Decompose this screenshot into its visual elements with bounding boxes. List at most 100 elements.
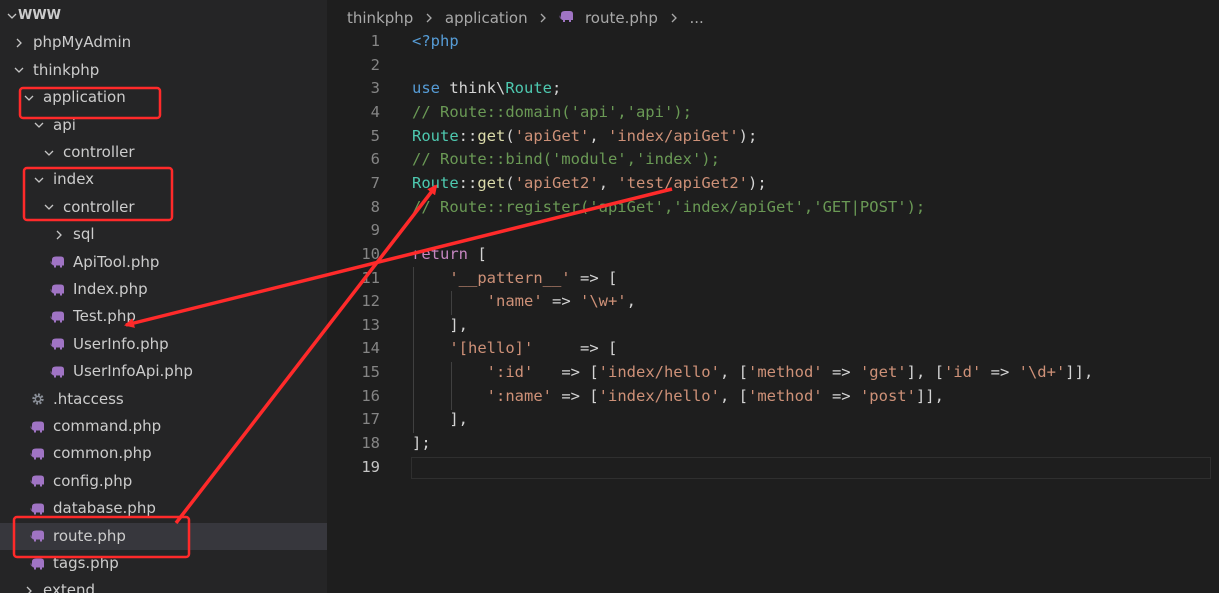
code-token-plain: , xyxy=(598,173,618,192)
code-line[interactable]: 16 ':name' => ['index/hello', ['method' … xyxy=(327,385,1219,409)
tree-item-application[interactable]: application xyxy=(0,84,327,111)
tree-item-label: database.php xyxy=(53,499,156,518)
tree-item-label: extend xyxy=(43,581,95,593)
tree-item-test-php[interactable]: Test.php xyxy=(0,303,327,330)
code-line[interactable]: 13 ], xyxy=(327,314,1219,338)
code-token-str: 'index/hello' xyxy=(598,363,720,382)
tree-item-label: application xyxy=(43,88,126,107)
tree-item-htaccess[interactable]: .htaccess xyxy=(0,386,327,413)
code-token-plain: ], [ xyxy=(906,363,944,382)
php-elephant-icon xyxy=(30,468,46,495)
chevron-down-icon[interactable] xyxy=(32,166,46,193)
code-line[interactable]: 6 // Route::bind('module','index'); xyxy=(327,148,1219,172)
tree-item-command-php[interactable]: command.php xyxy=(0,413,327,440)
php-elephant-icon xyxy=(559,6,580,30)
chevron-right-icon[interactable] xyxy=(52,221,66,248)
code-line[interactable]: 19 xyxy=(327,456,1219,480)
tree-item-route-php[interactable]: route.php xyxy=(0,522,327,550)
line-number: 17 xyxy=(361,410,380,429)
tree-item-extend[interactable]: extend xyxy=(0,577,327,593)
file-explorer: WWW phpMyAdmin thinkphp application api contr… xyxy=(0,0,327,593)
tree-item-tags-php[interactable]: tags.php xyxy=(0,550,327,577)
code-text: ], xyxy=(412,314,468,338)
tree-item-apitool-php[interactable]: ApiTool.php xyxy=(0,249,327,276)
code-token-plain: => xyxy=(822,386,860,405)
code-line[interactable]: 2 xyxy=(327,54,1219,78)
breadcrumb-item-application[interactable]: application xyxy=(445,6,528,30)
code-line[interactable]: 9 xyxy=(327,219,1219,243)
code-line[interactable]: 11 '__pattern__' => [ xyxy=(327,267,1219,291)
tree-item-label: controller xyxy=(63,143,135,161)
tree-item-phpmyadmin[interactable]: phpMyAdmin xyxy=(0,29,327,56)
code-token-plain: , [ xyxy=(719,363,748,382)
code-token-fn: get xyxy=(477,126,506,145)
code-line[interactable]: 3 use think\Route; xyxy=(327,77,1219,101)
code-token-str: 'post' xyxy=(859,386,916,405)
code-line[interactable]: 8 // Route::register('apiGet','index/apiG… xyxy=(327,196,1219,220)
code-token-plain: :: xyxy=(458,126,478,145)
code-token-str: 'apiGet' xyxy=(514,126,590,145)
tree-item-controller[interactable]: controller xyxy=(0,194,327,221)
code-token-plain: , xyxy=(626,292,636,311)
chevron-down-icon[interactable] xyxy=(12,57,26,84)
breadcrumb-item-more[interactable]: ... xyxy=(689,6,703,30)
line-number: 7 xyxy=(370,173,380,192)
code-token-plain: => xyxy=(981,363,1019,382)
chevron-down-icon[interactable] xyxy=(42,139,56,166)
chevron-down-icon[interactable] xyxy=(5,2,19,29)
code-token-str: '\w+' xyxy=(579,292,627,311)
line-number: 1 xyxy=(370,32,380,50)
code-line[interactable]: 4 // Route::domain('api','api'); xyxy=(327,101,1219,125)
tree-item-label: sql xyxy=(73,225,95,244)
tree-item-common-php[interactable]: common.php xyxy=(0,440,327,467)
tree-item-database-php[interactable]: database.php xyxy=(0,495,327,522)
chevron-right-icon[interactable] xyxy=(22,577,36,593)
code-token-cls: Route xyxy=(412,126,459,145)
code-token-plain: [ xyxy=(468,244,487,263)
code-token-plain: => [ xyxy=(533,339,618,358)
code-line[interactable]: 12 'name' => '\w+', xyxy=(327,290,1219,314)
php-elephant-icon xyxy=(50,331,66,358)
code-line[interactable]: 14 '[hello]' => [ xyxy=(327,337,1219,361)
breadcrumb-item-thinkphp[interactable]: thinkphp xyxy=(347,6,413,30)
chevron-down-icon[interactable] xyxy=(32,112,46,139)
code-line[interactable]: 10 return [ xyxy=(327,243,1219,267)
chevron-right-icon[interactable] xyxy=(12,29,26,56)
code-line[interactable]: 17 ], xyxy=(327,408,1219,432)
code-text: '[hello]' => [ xyxy=(412,337,617,361)
code-token-plain: => [ xyxy=(533,363,599,382)
code-line[interactable]: 18]; xyxy=(327,432,1219,456)
code-token-plain: , xyxy=(589,126,609,145)
chevron-down-icon[interactable] xyxy=(42,194,56,221)
tree-item-api[interactable]: api xyxy=(0,112,327,139)
tree-item-index[interactable]: index xyxy=(0,166,327,193)
tree-item-thinkphp[interactable]: thinkphp xyxy=(0,57,327,84)
code-token-cls: Route xyxy=(505,79,552,98)
tree-item-label: command.php xyxy=(53,417,162,435)
code-token-plain: ); xyxy=(738,126,758,145)
code-text: Route::get('apiGet2', 'test/apiGet2'); xyxy=(412,172,767,196)
tree-item-controller[interactable]: controller xyxy=(0,139,327,166)
code-line[interactable]: 5 Route::get('apiGet', 'index/apiGet'); xyxy=(327,125,1219,149)
chevron-down-icon[interactable] xyxy=(22,84,36,111)
code-token-str: ':name' xyxy=(486,386,552,405)
tree-item-sql[interactable]: sql xyxy=(0,221,327,248)
tree-item-userinfoapi-php[interactable]: UserInfoApi.php xyxy=(0,358,327,385)
line-number: 14 xyxy=(361,339,380,358)
code-line[interactable]: 15 ':id' => ['index/hello', ['method' =>… xyxy=(327,361,1219,385)
breadcrumb-item-route-php[interactable]: route.php xyxy=(585,6,658,30)
code-token-plain: :: xyxy=(458,173,478,192)
code-line[interactable]: 7 Route::get('apiGet2', 'test/apiGet2'); xyxy=(327,172,1219,196)
tree-item-userinfo-php[interactable]: UserInfo.php xyxy=(0,331,327,358)
code-line[interactable]: 1 <?php xyxy=(327,30,1219,54)
code-text: <?php xyxy=(412,30,459,54)
tree-item-label: common.php xyxy=(53,444,152,463)
tree-item-www[interactable]: WWW xyxy=(0,2,327,29)
tree-item-index-php[interactable]: Index.php xyxy=(0,276,327,303)
code-editor[interactable]: thinkphp application route.php ... 1 <?ph… xyxy=(327,0,1219,593)
tree-item-config-php[interactable]: config.php xyxy=(0,468,327,495)
code-token-plain: => xyxy=(822,363,860,382)
code-text: ':id' => ['index/hello', ['method' => 'g… xyxy=(412,361,1094,385)
line-number: 15 xyxy=(361,363,380,382)
